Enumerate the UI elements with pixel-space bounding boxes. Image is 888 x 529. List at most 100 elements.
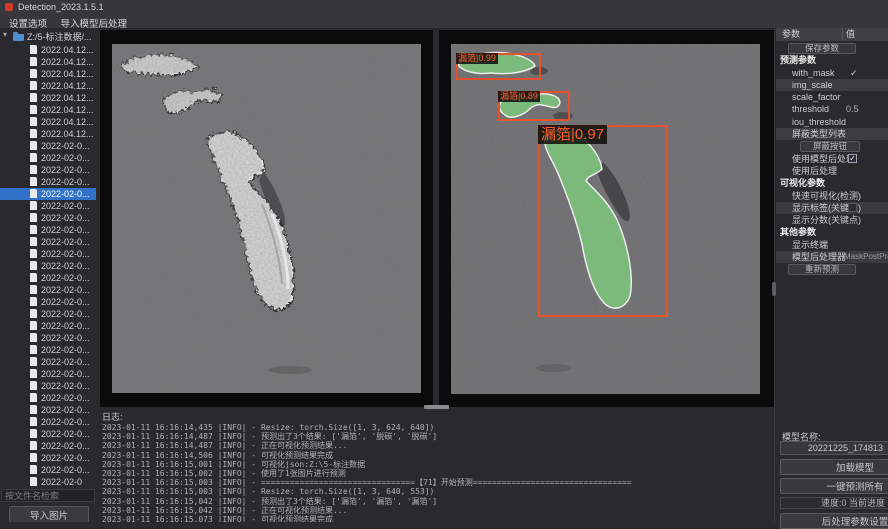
tree-item[interactable]: 2022-02-0 bbox=[0, 476, 96, 488]
tree-item[interactable]: 2022-02-0... bbox=[0, 296, 96, 308]
param-row: img_scale bbox=[776, 79, 888, 91]
tree-item-label: 2022-02-0... bbox=[41, 452, 90, 464]
progress-status: 速度:0 当前进度 bbox=[780, 497, 888, 509]
param-value: 0.5 bbox=[846, 103, 859, 115]
tree-item[interactable]: 2022-02-0... bbox=[0, 368, 96, 380]
tree-item-label: 2022-02-0... bbox=[41, 464, 90, 476]
param-action-button[interactable]: 保存参数 bbox=[788, 43, 856, 54]
param-section-header: 预测参数 bbox=[776, 54, 888, 66]
tree-item[interactable]: 2022-02-0... bbox=[0, 212, 96, 224]
value-column-header: 值 bbox=[846, 28, 855, 41]
tree-item[interactable]: 2022-02-0... bbox=[0, 140, 96, 152]
file-icon bbox=[30, 81, 37, 90]
tree-item-label: 2022-02-0... bbox=[41, 368, 90, 380]
tree-item[interactable]: 2022-02-0... bbox=[0, 176, 96, 188]
tree-item[interactable]: 2022-02-0... bbox=[0, 200, 96, 212]
splitter-handle[interactable] bbox=[424, 405, 449, 409]
checkbox-checked[interactable]: ✓ bbox=[848, 154, 857, 163]
log-line: 2023-01-11 16:16:15,001 |INFO| - 可视化json… bbox=[102, 460, 774, 469]
log-title: 日志: bbox=[102, 410, 123, 423]
tree-item[interactable]: 2022-02-0... bbox=[0, 380, 96, 392]
param-row: 使用模型后处理✓ bbox=[776, 153, 888, 165]
tree-item[interactable]: 2022-02-0... bbox=[0, 440, 96, 452]
tree-item[interactable]: 2022.04.12... bbox=[0, 80, 96, 92]
image-panel-original[interactable] bbox=[100, 30, 433, 407]
tree-item[interactable]: 2022-02-0... bbox=[0, 320, 96, 332]
tree-item[interactable]: 2022-02-0... bbox=[0, 164, 96, 176]
param-action-button[interactable]: 重新预测 bbox=[788, 264, 856, 275]
tree-item[interactable]: 2022-02-0... bbox=[0, 260, 96, 272]
tree-item[interactable]: 2022-02-0... bbox=[0, 356, 96, 368]
tree-item-label: 2022.04.12... bbox=[41, 104, 94, 116]
param-section-header: 可视化参数 bbox=[776, 177, 888, 189]
tree-item-label: 2022-02-0... bbox=[41, 236, 90, 248]
tree-item[interactable]: 2022.04.12... bbox=[0, 44, 96, 56]
tree-item[interactable]: 2022-02-0... bbox=[0, 152, 96, 164]
tree-item-label: 2022.04.12... bbox=[41, 56, 94, 68]
file-icon bbox=[30, 189, 37, 198]
file-icon bbox=[30, 153, 37, 162]
tree-item[interactable]: 2022-02-0... bbox=[0, 236, 96, 248]
search-input[interactable] bbox=[1, 489, 95, 502]
log-line: 2023-01-11 16:16:15,002 |INFO| - 使用了1张图片… bbox=[102, 469, 774, 478]
tree-item[interactable]: 2022-02-0... bbox=[0, 248, 96, 260]
param-row: 显示终端 bbox=[776, 239, 888, 251]
window-title: Detection_2023.1.5.1 bbox=[18, 0, 104, 14]
tree-item-label: 2022-02-0... bbox=[41, 188, 90, 200]
tree-item[interactable]: 2022.04.12... bbox=[0, 92, 96, 104]
file-icon bbox=[30, 333, 37, 342]
tree-item[interactable]: 2022.04.12... bbox=[0, 128, 96, 140]
param-label: with_mask bbox=[792, 67, 835, 79]
tree-item[interactable]: 2022-02-0... bbox=[0, 452, 96, 464]
tree-item-label: 2022-02-0... bbox=[41, 212, 90, 224]
caret-down-icon[interactable]: ▾ bbox=[3, 30, 7, 39]
file-icon bbox=[30, 57, 37, 66]
detection-label: 漏箔|0.89 bbox=[498, 91, 540, 102]
tree-item[interactable]: 2022-02-0... bbox=[0, 416, 96, 428]
tree-item[interactable]: 2022-02-0... bbox=[0, 188, 96, 200]
file-icon bbox=[30, 393, 37, 402]
param-value: MaskPostPro bbox=[844, 251, 888, 263]
tree-item[interactable]: 2022.04.12... bbox=[0, 116, 96, 128]
tree-item[interactable]: 2022-02-0... bbox=[0, 428, 96, 440]
tree-item[interactable]: 2022-02-0... bbox=[0, 284, 96, 296]
log-line: 2023-01-11 16:16:15,042 |INFO| - 预测出了3个结… bbox=[102, 497, 774, 506]
tree-item[interactable]: 2022-02-0... bbox=[0, 344, 96, 356]
tree-item[interactable]: 2022.04.12... bbox=[0, 104, 96, 116]
tree-item[interactable]: 2022.04.12... bbox=[0, 68, 96, 80]
tree-item[interactable]: 2022.04.12... bbox=[0, 56, 96, 68]
load-model-button[interactable]: 加载模型 bbox=[780, 459, 888, 475]
tree-item[interactable]: 2022-02-0... bbox=[0, 308, 96, 320]
tree-item-label: 2022-02-0... bbox=[41, 224, 90, 236]
param-rows: 保存参数预测参数with_mask✓img_scalescale_factort… bbox=[776, 42, 888, 276]
log-line: 2023-01-11 16:16:15,042 |INFO| - 正在可视化预测… bbox=[102, 506, 774, 515]
file-icon bbox=[30, 369, 37, 378]
image-panel-prediction[interactable]: 漏箔|0.99漏箔|0.89漏箔|0.97 bbox=[439, 30, 775, 407]
model-name-value[interactable]: 20221225_174813 bbox=[780, 441, 888, 455]
tree-item-label: 2022.04.12... bbox=[41, 128, 94, 140]
tree-root[interactable]: ▾ Z:/5-标注数据/... bbox=[0, 31, 96, 43]
tree-item[interactable]: 2022-02-0... bbox=[0, 224, 96, 236]
file-icon bbox=[30, 285, 37, 294]
checkbox-unchecked[interactable] bbox=[848, 203, 857, 212]
tree-item-label: 2022.04.12... bbox=[41, 80, 94, 92]
predict-all-button[interactable]: 一键预测所有 bbox=[780, 478, 888, 494]
tree-item-label: 2022-02-0... bbox=[41, 164, 90, 176]
param-table-header: 参数 值 bbox=[776, 28, 888, 42]
import-images-button[interactable]: 导入图片 bbox=[9, 506, 89, 522]
file-icon bbox=[30, 321, 37, 330]
tree-item-label: 2022-02-0... bbox=[41, 248, 90, 260]
tree-item[interactable]: 2022-02-0... bbox=[0, 392, 96, 404]
tree-item[interactable]: 2022-02-0... bbox=[0, 332, 96, 344]
tree-item[interactable]: 2022-02-0... bbox=[0, 464, 96, 476]
tree-item[interactable]: 2022-02-0... bbox=[0, 272, 96, 284]
tree-item-label: 2022-02-0... bbox=[41, 416, 90, 428]
tree-item-label: 2022.04.12... bbox=[41, 68, 94, 80]
param-button-row: 屏蔽按钮 bbox=[776, 140, 888, 152]
tree-item[interactable]: 2022-02-0... bbox=[0, 404, 96, 416]
file-icon bbox=[30, 117, 37, 126]
file-icon bbox=[30, 417, 37, 426]
postprocess-params-button[interactable]: 后处理参数设置 bbox=[780, 513, 888, 529]
param-action-button[interactable]: 屏蔽按钮 bbox=[800, 141, 860, 152]
param-row: 模型后处理器MaskPostPro bbox=[776, 251, 888, 263]
